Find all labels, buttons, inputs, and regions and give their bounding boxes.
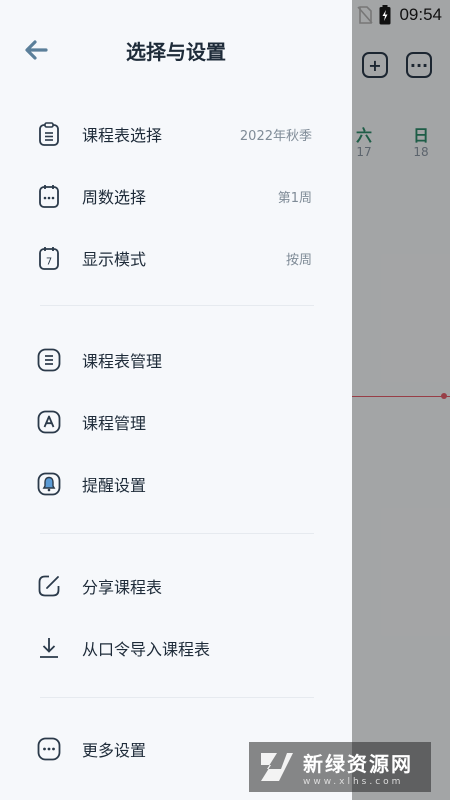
- svg-text:7: 7: [46, 257, 52, 268]
- menu-label: 更多设置: [82, 741, 147, 760]
- menu-item-course-manage[interactable]: 课程管理: [0, 396, 352, 448]
- bell-box-icon: [36, 471, 62, 497]
- watermark-title: 新绿资源网: [303, 751, 413, 776]
- divider: [40, 533, 314, 534]
- menu-label: 分享课程表: [82, 578, 163, 597]
- download-icon: [36, 635, 62, 661]
- drawer-title: 选择与设置: [126, 40, 226, 64]
- menu-label: 从口令导入课程表: [82, 640, 211, 659]
- watermark-logo-icon: [261, 753, 293, 781]
- menu-item-timetable-select[interactable]: 课程表选择 2022年秋季: [0, 108, 352, 160]
- menu-label: 提醒设置: [82, 476, 147, 495]
- menu-label: 课程表选择: [82, 126, 163, 145]
- menu-label: 课程管理: [82, 414, 147, 433]
- drawer-header: 选择与设置: [0, 30, 352, 70]
- divider: [40, 305, 314, 306]
- watermark: 新绿资源网 www.xlhs.com: [249, 742, 431, 792]
- settings-drawer: 选择与设置 课程表选择 2022年秋季 周数选择 第1周 7 显示模式 按周 课…: [0, 0, 352, 800]
- menu-value: 第1周: [277, 190, 312, 206]
- menu-item-timetable-manage[interactable]: 课程表管理: [0, 334, 352, 386]
- letter-a-box-icon: [36, 409, 62, 435]
- more-box-icon: [36, 736, 62, 762]
- menu-item-import-from-code[interactable]: 从口令导入课程表: [0, 622, 352, 674]
- battery-charging-icon: [379, 5, 391, 25]
- menu-item-display-mode[interactable]: 7 显示模式 按周: [0, 232, 352, 284]
- calendar-dots-icon: [36, 183, 62, 209]
- menu-label: 显示模式: [82, 250, 147, 269]
- list-box-icon: [36, 347, 62, 373]
- menu-label: 课程表管理: [82, 352, 163, 371]
- menu-item-week-select[interactable]: 周数选择 第1周: [0, 170, 352, 222]
- divider: [40, 697, 314, 698]
- menu-value: 2022年秋季: [239, 128, 312, 144]
- share-edit-icon: [36, 573, 62, 599]
- menu-value: 按周: [285, 252, 312, 268]
- menu-label: 周数选择: [82, 188, 147, 207]
- menu-item-reminder-settings[interactable]: 提醒设置: [0, 458, 352, 510]
- menu-item-share-timetable[interactable]: 分享课程表: [0, 560, 352, 612]
- clipboard-list-icon: [36, 121, 62, 147]
- watermark-subtitle: www.xlhs.com: [303, 776, 404, 787]
- no-sim-icon: [357, 6, 374, 24]
- calendar-seven-icon: 7: [36, 245, 62, 271]
- status-time: 09:54: [399, 5, 442, 24]
